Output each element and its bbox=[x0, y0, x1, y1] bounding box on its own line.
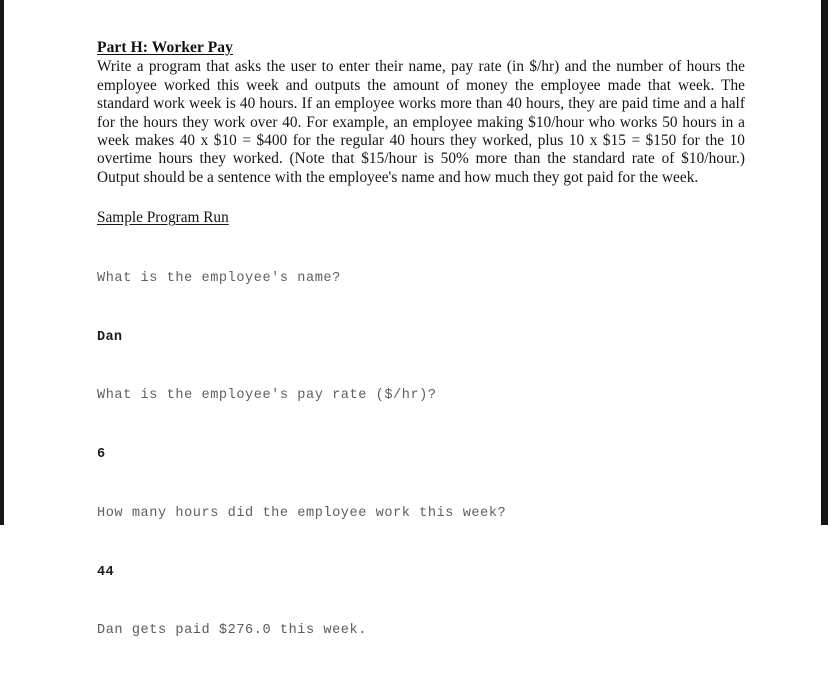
console-line: What is the employee's pay rate ($/hr)? bbox=[97, 388, 437, 404]
console-line: Dan bbox=[97, 329, 123, 345]
console-line: How many hours did the employee work thi… bbox=[97, 505, 507, 521]
sample-program-run-title: Sample Program Run bbox=[97, 209, 229, 227]
assignment-description: Write a program that asks the user to en… bbox=[97, 58, 745, 186]
console-line: 44 bbox=[97, 564, 114, 580]
console-line: 6 bbox=[97, 447, 106, 463]
document-page: Part H: Worker Pay Write a program that … bbox=[97, 38, 745, 680]
sample-program-run-output: What is the employee's name? Dan What is… bbox=[97, 230, 745, 680]
console-line: Dan gets paid $276.0 this week. bbox=[97, 623, 367, 639]
page-edge-right bbox=[821, 0, 828, 525]
console-line: What is the employee's name? bbox=[97, 270, 341, 286]
page-title: Part H: Worker Pay bbox=[97, 39, 233, 56]
page-edge-left bbox=[0, 0, 4, 525]
